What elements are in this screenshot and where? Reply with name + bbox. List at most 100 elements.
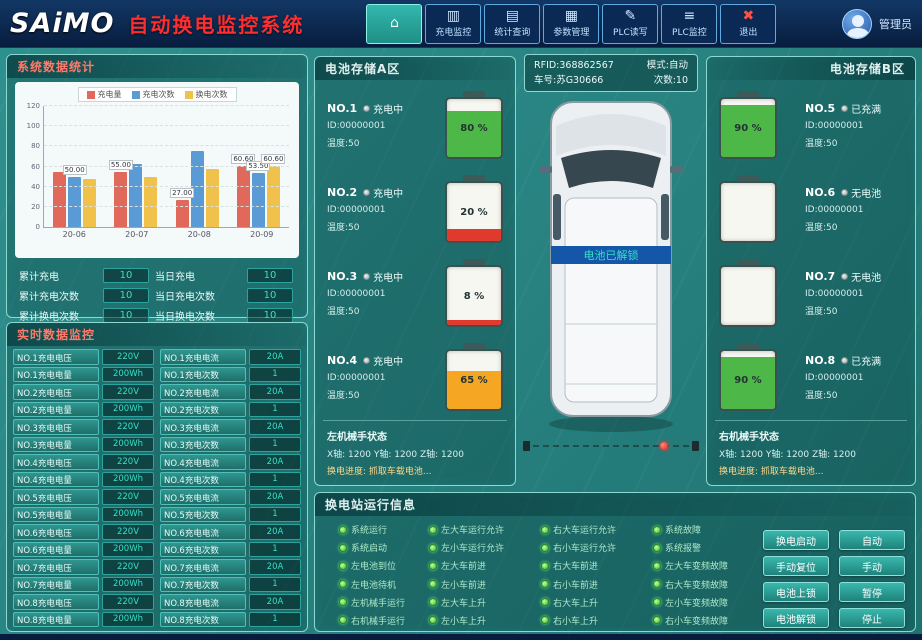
realtime-value: 200Wh (102, 367, 154, 383)
battery-status-dot-icon (841, 273, 848, 280)
battery-status-dot-icon (841, 105, 848, 112)
battery-number-line: NO.6无电池 (805, 185, 903, 200)
manual-mode-button[interactable]: 手动 (839, 556, 905, 576)
battery-status-dot-icon (841, 189, 848, 196)
nav-button-exit[interactable]: ✖退出 (720, 4, 776, 44)
realtime-label: NO.1充电电压 (13, 349, 99, 365)
bar-value-label: 55.00 (109, 160, 133, 170)
battery-icon: 20 % (445, 175, 503, 243)
battery-temperature: 温度:50 (805, 136, 903, 149)
status-indicator-label: 左电池到位 (351, 559, 396, 572)
bar-value-label: 60.60 (261, 154, 285, 164)
realtime-row: NO.2充电电量200Wh (13, 402, 154, 418)
realtime-row: NO.3充电次数1 (160, 437, 301, 453)
nav-button-plc-readwrite[interactable]: ✎PLC读写 (602, 4, 658, 44)
charge-monitor-icon: ▥ (447, 9, 460, 23)
realtime-value: 20A (249, 384, 301, 400)
green-led-icon (541, 526, 549, 534)
home-icon: ⌂ (390, 16, 399, 30)
user-area[interactable]: 管理员 (842, 9, 912, 39)
battery-status-dot-icon (363, 105, 370, 112)
x-tick-label: 20-09 (250, 230, 273, 239)
realtime-label: NO.4充电电量 (13, 472, 99, 488)
battery-swap-monitor-screen: SAiMO 自动换电监控系统 ⌂▥充电监控▤统计查询▦参数管理✎PLC读写≡PL… (0, 0, 922, 640)
status-indicator: 左小车上升 (429, 613, 537, 628)
battery-zone-a-panel: 电池存储A区 NO.1充电中ID:00000001温度:5080 %NO.2充电… (314, 56, 516, 486)
bar-rect (267, 166, 280, 227)
status-indicator-label: 左小车上升 (441, 614, 486, 627)
battery-number: NO.5 (805, 102, 835, 115)
x-tick-label: 20-06 (63, 230, 86, 239)
bar (206, 106, 219, 227)
slider-position-indicator[interactable] (660, 442, 668, 450)
vehicle-mode: 模式:自动 (647, 58, 688, 73)
battery-status: 已充满 (851, 353, 881, 368)
bar: 27.00 (176, 106, 189, 227)
nav-button-plc-monitor[interactable]: ≡PLC监控 (661, 4, 717, 44)
realtime-row: NO.2充电次数1 (160, 402, 301, 418)
swap-position-slider[interactable] (523, 438, 699, 454)
realtime-row: NO.6充电电流20A (160, 524, 301, 540)
realtime-label: NO.2充电电压 (13, 384, 99, 400)
realtime-value: 200Wh (102, 577, 154, 593)
nav-button-stats-query[interactable]: ▤统计查询 (484, 4, 540, 44)
green-led-icon (653, 544, 661, 552)
battery-slot: NO.7无电池ID:00000001温度:50 (719, 252, 903, 334)
green-led-icon (339, 526, 347, 534)
green-led-icon (429, 526, 437, 534)
battery-percent: 20 % (447, 183, 501, 241)
vehicle-area: RFID:368862567 模式:自动 车号:苏G30666 次数:10 电池… (518, 48, 704, 488)
battery-body: 65 % (445, 349, 503, 411)
summary-value: 10 (103, 308, 149, 323)
battery-unlock-button[interactable]: 电池解锁 (763, 608, 829, 628)
battery-slot: NO.1充电中ID:00000001温度:5080 % (327, 84, 503, 166)
slider-right-handle[interactable] (692, 441, 699, 451)
green-led-icon (339, 616, 347, 624)
battery-slot: NO.6无电池ID:00000001温度:50 (719, 168, 903, 250)
battery-slot: NO.4充电中ID:00000001温度:5065 % (327, 336, 503, 418)
bottom-trim (0, 634, 922, 640)
status-indicator-label: 右机械手运行 (351, 614, 405, 627)
realtime-value: 20A (249, 594, 301, 610)
bar-group: 55.00 (114, 106, 157, 227)
realtime-label: NO.6充电电量 (13, 542, 99, 558)
y-tick-label: 120 (22, 102, 40, 110)
realtime-label: NO.7充电电量 (13, 577, 99, 593)
nav-button-param-manage[interactable]: ▦参数管理 (543, 4, 599, 44)
battery-id: ID:00000001 (805, 289, 903, 299)
swap-start-button[interactable]: 换电启动 (763, 530, 829, 550)
status-indicator: 右小车运行允许 (541, 540, 649, 555)
realtime-row: NO.6充电电量200Wh (13, 542, 154, 558)
manual-reset-button[interactable]: 手动复位 (763, 556, 829, 576)
battery-info: NO.3充电中ID:00000001温度:50 (327, 269, 435, 317)
slider-left-handle[interactable] (523, 441, 530, 451)
nav-label-param-manage: 参数管理 (553, 25, 589, 38)
nav-button-home[interactable]: ⌂ (366, 4, 422, 44)
realtime-row: NO.1充电电压220V (13, 349, 154, 365)
auto-mode-button[interactable]: 自动 (839, 530, 905, 550)
realtime-value: 1 (249, 542, 301, 558)
y-tick-label: 0 (22, 223, 40, 231)
battery-number-line: NO.3充电中 (327, 269, 435, 284)
station-panel-title: 换电站运行信息 (315, 493, 915, 516)
nav-label-charge-monitor: 充电监控 (435, 25, 471, 38)
nav-label-plc-readwrite: PLC读写 (613, 25, 648, 38)
realtime-row: NO.7充电电压220V (13, 559, 154, 575)
status-indicator: 左大车上升 (429, 595, 537, 610)
nav-button-charge-monitor[interactable]: ▥ 充电监控 (425, 4, 481, 44)
status-indicator: 右大车前进 (541, 558, 649, 573)
green-led-icon (653, 526, 661, 534)
battery-info: NO.1充电中ID:00000001温度:50 (327, 101, 435, 149)
realtime-value: 220V (102, 419, 154, 435)
battery-body: 90 % (719, 349, 777, 411)
realtime-value: 1 (249, 402, 301, 418)
status-indicator: 左电池待机 (339, 577, 425, 592)
battery-slot: NO.3充电中ID:00000001温度:508 % (327, 252, 503, 334)
bar-value-label: 27.00 (170, 188, 194, 198)
status-indicator-label: 右小车变频故障 (665, 614, 728, 627)
pause-button[interactable]: 暂停 (839, 582, 905, 602)
battery-status-dot-icon (363, 273, 370, 280)
battery-info: NO.7无电池ID:00000001温度:50 (795, 269, 903, 317)
stop-button[interactable]: 停止 (839, 608, 905, 628)
battery-lock-button[interactable]: 电池上锁 (763, 582, 829, 602)
